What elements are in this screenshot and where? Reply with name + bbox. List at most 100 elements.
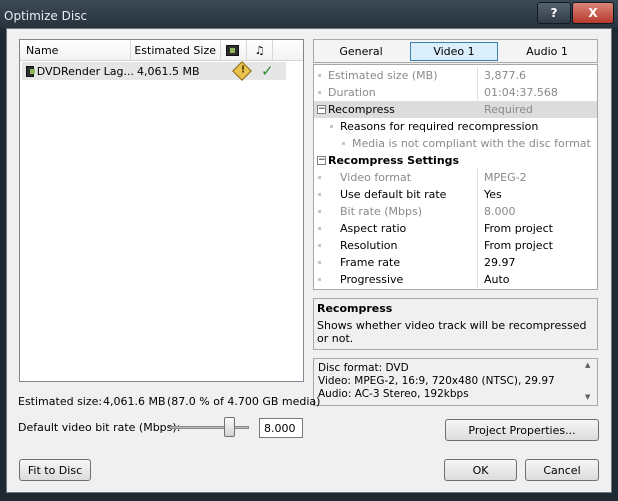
prop-name: Bit rate (Mbps)	[340, 205, 423, 218]
prop-duration[interactable]: Duration 01:04:37.568	[314, 84, 597, 101]
column-divider	[477, 101, 478, 118]
prop-name: Resolution	[340, 239, 398, 252]
tab-audio-1[interactable]: Audio 1	[501, 42, 593, 61]
column-size-header[interactable]: Estimated Size	[131, 40, 221, 61]
bullet-marker	[318, 176, 321, 179]
window-title: Optimize Disc	[4, 9, 88, 23]
bullet-marker	[330, 125, 333, 128]
project-properties-button[interactable]: Project Properties...	[445, 419, 599, 441]
description-title: Recompress	[317, 302, 393, 315]
prop-value: From project	[484, 222, 553, 235]
column-divider	[477, 220, 478, 237]
scroll-up-icon[interactable]: ▲	[585, 361, 590, 369]
property-description: Recompress Shows whether video track wil…	[313, 298, 598, 350]
column-audio-header[interactable]: ♫	[247, 40, 273, 61]
disc-video-line: Video: MPEG-2, 16:9, 720x480 (NTSC), 29.…	[318, 375, 555, 387]
prop-value: 3,877.6	[484, 69, 526, 82]
row-size: 4,061.5 MB	[137, 64, 200, 78]
prop-estimated-size[interactable]: Estimated size (MB) 3,877.6	[314, 67, 597, 84]
collapse-toggle[interactable]: −	[317, 105, 326, 114]
column-divider	[477, 84, 478, 101]
prop-resolution[interactable]: Resolution From project	[314, 237, 597, 254]
help-button[interactable]: ?	[537, 2, 571, 24]
bullet-marker	[318, 244, 321, 247]
media-list[interactable]: Name Estimated Size ♫ DVDRender Lag... 4…	[19, 39, 304, 382]
column-video-header[interactable]	[221, 40, 247, 61]
prop-name: Reasons for required recompression	[340, 120, 539, 133]
prop-name: Recompress	[328, 103, 395, 116]
column-divider	[477, 169, 478, 186]
collapse-toggle[interactable]: −	[317, 156, 326, 165]
close-button[interactable]: X	[572, 2, 614, 24]
prop-value: Auto	[484, 273, 510, 286]
prop-reason-detail[interactable]: Media is not compliant with the disc for…	[314, 135, 597, 152]
tab-general[interactable]: General	[315, 42, 407, 61]
ok-button[interactable]: OK	[444, 459, 517, 481]
estimated-size-percent: (87.0 % of 4.700 GB media)	[167, 395, 321, 408]
bitrate-input[interactable]: 8.000	[259, 418, 303, 438]
fit-to-disc-button[interactable]: Fit to Disc	[19, 459, 91, 481]
cancel-button[interactable]: Cancel	[525, 459, 599, 481]
column-name-header[interactable]: Name	[20, 40, 131, 61]
bullet-marker	[318, 193, 321, 196]
prop-bitrate[interactable]: Bit rate (Mbps) 8.000	[314, 203, 597, 220]
dialog-body: Name Estimated Size ♫ DVDRender Lag... 4…	[6, 28, 612, 493]
scroll-down-icon[interactable]: ▼	[585, 393, 590, 401]
prop-frame-rate[interactable]: Frame rate 29.97	[314, 254, 597, 271]
prop-aspect-ratio[interactable]: Aspect ratio From project	[314, 220, 597, 237]
row-name: DVDRender Lag...	[36, 64, 134, 78]
prop-value: From project	[484, 239, 553, 252]
bullet-marker	[318, 278, 321, 281]
music-note-icon: ♫	[254, 44, 265, 57]
tab-bar: General Video 1 Audio 1	[313, 39, 598, 63]
bitrate-slider-track[interactable]	[169, 426, 249, 429]
warning-icon: !	[232, 61, 252, 81]
bullet-marker	[318, 261, 321, 264]
bitrate-slider-thumb[interactable]	[223, 417, 235, 437]
disc-audio-line: Audio: AC-3 Stereo, 192kbps	[318, 388, 469, 400]
column-divider	[477, 67, 478, 84]
bullet-marker	[318, 91, 321, 94]
prop-value: 29.97	[484, 256, 516, 269]
prop-name: Frame rate	[340, 256, 401, 269]
prop-name: Aspect ratio	[340, 222, 407, 235]
prop-name: Video format	[340, 171, 412, 184]
prop-value: MPEG-2	[484, 171, 527, 184]
disc-format-line: Disc format: DVD	[318, 362, 409, 374]
prop-name: Estimated size (MB)	[328, 69, 438, 82]
prop-video-format[interactable]: Video format MPEG-2	[314, 169, 597, 186]
table-row[interactable]: DVDRender Lag... 4,061.5 MB ! ✓	[22, 61, 286, 81]
description-text: Shows whether video track will be recomp…	[317, 319, 587, 345]
row-video-status: !	[232, 61, 252, 81]
bitrate-label: Default video bit rate (Mbps):	[18, 421, 181, 434]
bullet-marker	[318, 74, 321, 77]
tab-video-1[interactable]: Video 1	[410, 42, 498, 61]
column-divider	[477, 271, 478, 288]
prop-recompress[interactable]: − Recompress Required	[314, 101, 597, 118]
film-strip-icon	[225, 45, 239, 56]
column-divider	[477, 203, 478, 220]
column-divider	[477, 186, 478, 203]
film-strip-icon	[26, 65, 35, 77]
prop-settings-header[interactable]: − Recompress Settings	[314, 152, 597, 169]
prop-name: Media is not compliant with the disc for…	[352, 137, 591, 150]
column-divider	[477, 254, 478, 271]
prop-default-bitrate[interactable]: Use default bit rate Yes	[314, 186, 597, 203]
prop-name: Duration	[328, 86, 376, 99]
prop-reasons[interactable]: Reasons for required recompression	[314, 118, 597, 135]
warning-symbol: !	[240, 64, 246, 76]
list-header: Name Estimated Size ♫	[20, 40, 303, 61]
estimated-size-label: Estimated size:	[18, 395, 103, 408]
disc-info-scrollbar[interactable]: ▲ ▼	[583, 359, 597, 405]
title-bar: Optimize Disc ? X	[0, 0, 618, 28]
property-grid[interactable]: Estimated size (MB) 3,877.6 Duration 01:…	[313, 64, 598, 290]
prop-progressive[interactable]: Progressive Auto	[314, 271, 597, 288]
check-icon: ✓	[261, 62, 274, 80]
prop-name: Use default bit rate	[340, 188, 447, 201]
prop-value: 01:04:37.568	[484, 86, 558, 99]
bullet-marker	[318, 210, 321, 213]
category-title: Recompress Settings	[328, 154, 460, 167]
disc-info-panel: Disc format: DVD Video: MPEG-2, 16:9, 72…	[313, 358, 598, 406]
prop-name: Progressive	[340, 273, 404, 286]
bullet-marker	[342, 142, 345, 145]
